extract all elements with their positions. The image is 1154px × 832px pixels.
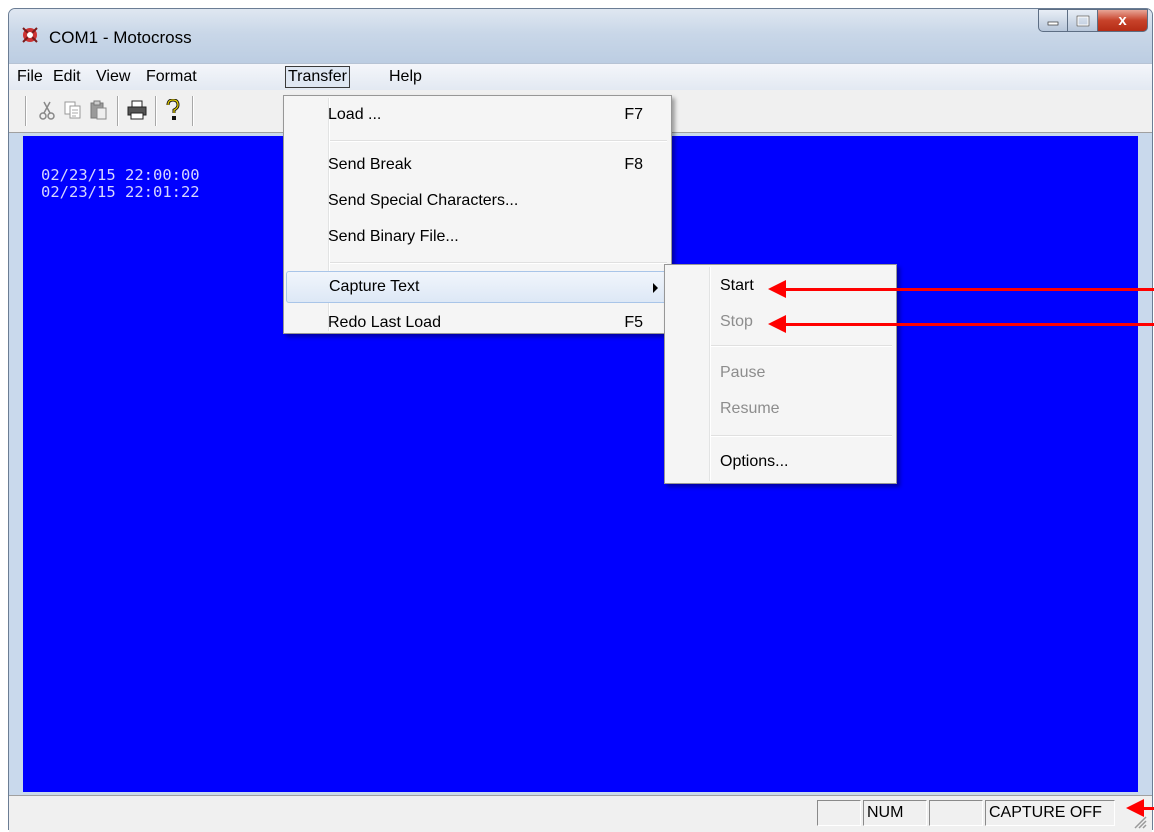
transfer-menu: Load ... F7 Send Break F8 Send Special C… [283,95,672,334]
status-bar: NUM CAPTURE OFF [9,795,1152,832]
menu-item-send-break[interactable]: Send Break F8 [286,150,669,182]
paste-icon[interactable] [89,98,109,122]
menu-item-redo-last-load[interactable]: Redo Last Load F5 [286,308,669,340]
shortcut-label: F7 [624,106,643,123]
maximize-button[interactable] [1068,9,1098,32]
arrow-head-icon [768,280,786,298]
submenu-item-pause[interactable]: Pause [667,358,894,390]
menu-view[interactable]: View [94,67,132,87]
toolbar-separator [25,96,27,126]
terminal-line: 02/23/15 22:01:22 [41,183,209,201]
close-icon: x [1118,12,1127,29]
annotation-arrow-start [768,280,1154,298]
menu-item-label: Load ... [328,106,382,123]
menu-edit[interactable]: Edit [51,67,83,87]
menu-item-label: Send Break [328,156,412,173]
annotation-arrow-stop [768,315,1154,333]
toolbar-separator [155,96,157,126]
status-panel-empty [929,800,983,826]
window-title: COM1 - Motocross [49,28,192,47]
menu-item-label: Resume [720,400,780,417]
menu-item-label: Send Special Characters... [328,192,519,209]
terminal-line: 02/23/15 22:00:00 [41,166,209,184]
menu-item-label: Stop [720,313,753,330]
maximize-icon [1076,15,1089,26]
menu-item-send-special-characters[interactable]: Send Special Characters... [286,186,669,218]
copy-icon[interactable] [63,98,83,122]
toolbar-separator [192,96,194,126]
status-capture: CAPTURE OFF [985,800,1115,826]
minimize-icon [1047,21,1059,25]
help-icon[interactable] [163,98,183,122]
menu-help[interactable]: Help [387,67,424,87]
arrow-head-icon [768,315,786,333]
menu-item-label: Send Binary File... [328,228,459,245]
cut-icon[interactable] [37,98,57,122]
menu-format[interactable]: Format [144,67,199,87]
menu-separator [330,140,667,142]
title-bar[interactable]: COM1 - Motocross x [9,9,1152,63]
menu-item-label: Options... [720,453,789,470]
menu-separator [330,262,667,264]
toolbar-separator [117,96,119,126]
menu-file[interactable]: File [15,67,45,87]
menu-separator [711,345,892,347]
caption-buttons: x [1038,9,1148,33]
menu-item-label: Capture Text [329,278,420,295]
submenu-item-resume[interactable]: Resume [667,394,894,426]
status-panel-empty [817,800,861,826]
menu-separator [711,435,892,437]
submenu-item-options[interactable]: Options... [667,447,894,479]
menu-bar: File Edit View Format Transfer Help [9,63,1152,90]
menu-item-send-binary-file[interactable]: Send Binary File... [286,222,669,254]
shortcut-label: F5 [624,314,643,331]
menu-item-label: Start [720,277,754,294]
shortcut-label: F8 [624,156,643,173]
submenu-arrow-icon [653,283,658,293]
close-button[interactable]: x [1098,9,1148,32]
minimize-button[interactable] [1038,9,1068,32]
menu-transfer[interactable]: Transfer [285,66,350,88]
menu-item-load[interactable]: Load ... F7 [286,100,669,132]
menu-item-capture-text[interactable]: Capture Text [286,271,669,303]
app-icon [22,27,38,43]
arrow-head-icon [1126,799,1144,817]
annotation-arrow-status [1126,799,1154,817]
status-num: NUM [863,800,927,826]
print-icon[interactable] [127,98,147,122]
menu-item-label: Pause [720,364,766,381]
menu-item-label: Redo Last Load [328,314,441,331]
